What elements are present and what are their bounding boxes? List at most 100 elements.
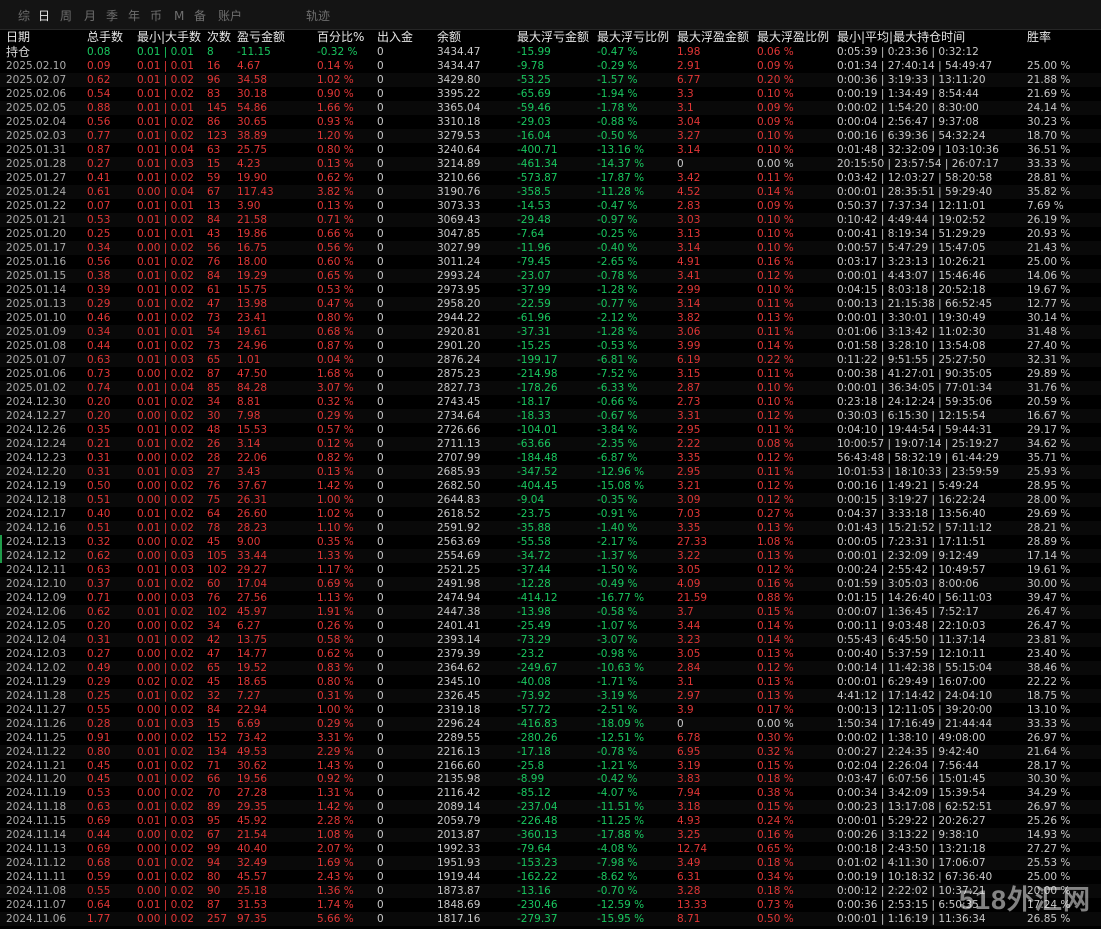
tab-8[interactable]: 备 — [194, 8, 206, 24]
table-row[interactable]: 2025.01.22 0.07 0.01 | 0.01 13 3.90 0.13 % 0 30… — [0, 199, 1101, 213]
table-row[interactable]: 2024.11.18 0.63 0.01 | 0.02 89 29.35 1.42 % 0 2… — [0, 800, 1101, 815]
table-row[interactable]: 2024.11.06 1.77 0.00 | 0.02 257 97.35 5.66 % 0… — [0, 912, 1101, 927]
table-row[interactable]: 2025.01.09 0.34 0.01 | 0.01 54 19.61 0.68 % 0 2… — [0, 324, 1101, 339]
cell-lots: 0.31 — [87, 465, 111, 478]
table-row[interactable]: 2025.01.16 0.56 0.01 | 0.02 76 18.00 0.60 % 0 3… — [0, 255, 1101, 269]
table-row[interactable]: 2025.02.06 0.54 0.01 | 0.02 83 30.18 0.90 % 0 3… — [0, 87, 1101, 101]
table-row[interactable]: 2024.12.13 0.32 0.00 | 0.02 45 9.00 0.35 % 0 25… — [0, 535, 1101, 549]
table-row[interactable]: 2025.01.28 0.27 0.01 | 0.03 15 4.23 0.13 % 0 32… — [0, 156, 1101, 171]
table-row[interactable]: 2025.01.02 0.74 0.01 | 0.04 85 84.28 3.07 % 0 2… — [0, 380, 1101, 395]
tab-9[interactable]: 账户 — [218, 8, 242, 24]
table-row[interactable]: 2024.12.12 0.62 0.00 | 0.03 105 33.44 1.33 % 0… — [0, 548, 1101, 563]
col-maxprofit-pct-header[interactable]: 最大浮盈比例 — [757, 30, 829, 45]
table-row[interactable]: 2024.11.21 0.45 0.01 | 0.02 71 30.62 1.43 % 0 2… — [0, 759, 1101, 773]
table-row[interactable]: 2025.01.24 0.61 0.00 | 0.04 67 117.43 3.82 % 0… — [0, 184, 1101, 199]
table-row[interactable]: 2025.02.07 0.62 0.01 | 0.02 96 34.58 1.02 % 0 3… — [0, 72, 1101, 87]
cell-winrate: 28.17 % — [1027, 759, 1071, 772]
table-row[interactable]: 2024.12.26 0.35 0.01 | 0.02 48 15.53 0.57 % 0 2… — [0, 423, 1101, 437]
col-maxloss-pct-header[interactable]: 最大浮亏比例 — [597, 30, 669, 45]
table-row[interactable]: 2024.12.17 0.40 0.01 | 0.02 64 26.60 1.02 % 0 2… — [0, 507, 1101, 521]
table-row[interactable]: 2024.11.26 0.28 0.01 | 0.03 15 6.69 0.29 % 0 22… — [0, 716, 1101, 731]
table-row[interactable]: 2025.01.15 0.38 0.01 | 0.02 84 19.29 0.65 % 0 2… — [0, 268, 1101, 283]
table-row[interactable]: 2025.02.04 0.56 0.01 | 0.02 86 30.65 0.93 % 0 3… — [0, 115, 1101, 129]
cell-pnl: 73.42 — [237, 731, 268, 744]
tab-4[interactable]: 季 — [106, 8, 118, 24]
col-maxprofit-header[interactable]: 最大浮盈金额 — [677, 30, 749, 45]
table-row[interactable]: 2024.11.14 0.44 0.00 | 0.02 67 21.54 1.08 % 0 2… — [0, 828, 1101, 843]
table-row[interactable]: 2025.01.21 0.53 0.01 | 0.02 84 21.58 0.71 % 0 3… — [0, 212, 1101, 227]
table-row[interactable]: 2024.11.20 0.45 0.01 | 0.02 66 19.56 0.92 % 0 2… — [0, 772, 1101, 787]
table-row[interactable]: 2024.11.11 0.59 0.01 | 0.02 80 45.57 2.43 % 0 1… — [0, 870, 1101, 884]
table-row[interactable]: 2025.01.13 0.29 0.01 | 0.02 47 13.98 0.47 % 0 2… — [0, 296, 1101, 311]
tab-1[interactable]: 日 — [38, 8, 50, 24]
table-row[interactable]: 2024.11.29 0.29 0.02 | 0.02 45 18.65 0.80 % 0 2… — [0, 675, 1101, 689]
table-row[interactable]: 2024.12.23 0.31 0.00 | 0.02 28 22.06 0.82 % 0 2… — [0, 451, 1101, 465]
col-balance-header[interactable]: 余额 — [437, 30, 461, 45]
cell-pnl: 34.58 — [237, 73, 268, 86]
table-row[interactable]: 2024.12.10 0.37 0.01 | 0.02 60 17.04 0.69 % 0 2… — [0, 576, 1101, 591]
table-row[interactable]: 2024.12.16 0.51 0.01 | 0.02 78 28.23 1.10 % 0 2… — [0, 520, 1101, 535]
cell-lots: 0.63 — [87, 353, 111, 366]
col-pnl-header[interactable]: 盈亏金额 — [237, 30, 285, 45]
cell-date: 2025.01.20 — [6, 227, 67, 240]
col-hold-time-header[interactable]: 最小|平均|最大持仓时间 — [837, 30, 965, 45]
table-row[interactable]: 2024.12.19 0.50 0.00 | 0.02 76 37.67 1.42 % 0 2… — [0, 479, 1101, 493]
table-row[interactable]: 2024.11.07 0.64 0.01 | 0.02 87 31.53 1.74 % 0 1… — [0, 898, 1101, 912]
table-row[interactable]: 2025.01.06 0.73 0.00 | 0.02 87 47.50 1.68 % 0 2… — [0, 367, 1101, 381]
col-lots-header[interactable]: 总手数 — [87, 30, 123, 45]
cell-winrate: 25.00 % — [1027, 60, 1071, 72]
table-row[interactable]: 2024.12.06 0.62 0.01 | 0.02 102 45.97 1.91 % 0… — [0, 604, 1101, 619]
table-row[interactable]: 2024.12.03 0.27 0.00 | 0.02 47 14.77 0.62 % 0 2… — [0, 647, 1101, 661]
table-row[interactable]: 2025.01.27 0.41 0.01 | 0.02 59 19.90 0.62 % 0 3… — [0, 171, 1101, 185]
table-row[interactable]: 2025.01.14 0.39 0.01 | 0.02 61 15.75 0.53 % 0 2… — [0, 283, 1101, 297]
tab-6[interactable]: 币 — [150, 8, 162, 24]
table-row[interactable]: 2024.12.20 0.31 0.01 | 0.03 27 3.43 0.13 % 0 26… — [0, 464, 1101, 479]
cell-maxprofit: 6.77 — [677, 73, 701, 86]
table-row[interactable]: 2025.01.07 0.63 0.01 | 0.03 65 1.01 0.04 % 0 28… — [0, 352, 1101, 367]
cell-maxloss-pct: -1.40 % — [597, 521, 638, 534]
table-row[interactable]: 2024.11.13 0.69 0.00 | 0.02 99 40.40 2.07 % 0 1… — [0, 842, 1101, 856]
col-maxloss-header[interactable]: 最大浮亏金额 — [517, 30, 589, 45]
table-row[interactable]: 2024.12.24 0.21 0.01 | 0.02 26 3.14 0.12 % 0 27… — [0, 436, 1101, 451]
cell-maxprofit: 3.1 — [677, 101, 694, 114]
tab-7[interactable]: M — [174, 8, 184, 24]
table-row[interactable]: 2024.11.15 0.69 0.01 | 0.03 95 45.92 2.28 % 0 2… — [0, 814, 1101, 828]
table-row[interactable]: 2024.12.18 0.51 0.00 | 0.02 75 26.31 1.00 % 0 2… — [0, 492, 1101, 507]
col-pct-header[interactable]: 百分比% — [317, 30, 364, 45]
tab-0[interactable]: 综 — [18, 8, 30, 24]
cell-hold-time: 1:50:34 | 17:16:49 | 21:44:44 — [837, 717, 993, 730]
table-row[interactable]: 2024.12.27 0.20 0.00 | 0.02 30 7.98 0.29 % 0 27… — [0, 408, 1101, 423]
table-row[interactable]: 2025.01.08 0.44 0.01 | 0.02 73 24.96 0.87 % 0 2… — [0, 339, 1101, 353]
table-row[interactable]: 2025.02.03 0.77 0.01 | 0.02 123 38.89 1.20 % 0… — [0, 128, 1101, 143]
table-row[interactable]: 2024.11.27 0.55 0.00 | 0.02 84 22.94 1.00 % 0 2… — [0, 703, 1101, 717]
table-row[interactable]: 2025.01.20 0.25 0.01 | 0.01 43 19.86 0.66 % 0 3… — [0, 227, 1101, 241]
table-row[interactable]: 2024.11.12 0.68 0.01 | 0.02 94 32.49 1.69 % 0 1… — [0, 856, 1101, 871]
table-row[interactable]: 2025.01.31 0.87 0.01 | 0.04 63 25.75 0.80 % 0 3… — [0, 143, 1101, 157]
tab-2[interactable]: 周 — [60, 8, 72, 24]
col-date-header[interactable]: 日期 — [6, 30, 30, 45]
holding-row[interactable]: 持仓 0.08 0.01 | 0.01 8 -11.15 -0.32 % 0 3434.47 -… — [0, 45, 1101, 59]
table-row[interactable]: 2024.12.04 0.31 0.01 | 0.02 42 13.75 0.58 % 0 2… — [0, 632, 1101, 647]
table-row[interactable]: 2024.12.05 0.20 0.00 | 0.02 34 6.27 0.26 % 0 24… — [0, 619, 1101, 633]
cell-maxprofit: 3.14 — [677, 297, 701, 310]
tab-3[interactable]: 月 — [84, 8, 96, 24]
table-row[interactable]: 2025.01.10 0.46 0.01 | 0.02 73 23.41 0.80 % 0 2… — [0, 311, 1101, 325]
col-minmax-lots-header[interactable]: 最小|大手数 — [137, 30, 201, 45]
table-row[interactable]: 2024.11.08 0.55 0.00 | 0.02 90 25.18 1.36 % 0 1… — [0, 884, 1101, 899]
col-count-header[interactable]: 次数 — [207, 30, 231, 45]
table-row[interactable]: 2024.11.25 0.91 0.00 | 0.02 152 73.42 3.31 % 0… — [0, 731, 1101, 745]
table-row[interactable]: 2025.02.10 0.09 0.01 | 0.01 16 4.67 0.14 % 0 34… — [0, 59, 1101, 73]
table-row[interactable]: 2024.12.11 0.63 0.01 | 0.03 102 29.27 1.17 % 0… — [0, 563, 1101, 577]
tab-5[interactable]: 年 — [128, 8, 140, 24]
table-row[interactable]: 2025.02.05 0.88 0.01 | 0.01 145 54.86 1.66 % 0… — [0, 100, 1101, 115]
col-winrate-header[interactable]: 胜率 — [1027, 30, 1051, 45]
table-row[interactable]: 2024.12.09 0.71 0.00 | 0.03 76 27.56 1.13 % 0 2… — [0, 591, 1101, 605]
table-row[interactable]: 2024.12.30 0.20 0.01 | 0.02 34 8.81 0.32 % 0 27… — [0, 395, 1101, 409]
table-row[interactable]: 2024.11.22 0.80 0.01 | 0.02 134 49.53 2.29 % 0… — [0, 744, 1101, 759]
table-row[interactable]: 2024.11.19 0.53 0.00 | 0.02 70 27.28 1.31 % 0 2… — [0, 786, 1101, 800]
table-row[interactable]: 2024.11.28 0.25 0.01 | 0.02 32 7.27 0.31 % 0 23… — [0, 688, 1101, 703]
col-flow-header[interactable]: 出入金 — [377, 30, 413, 45]
tab-10[interactable]: 轨迹 — [306, 8, 330, 24]
table-row[interactable]: 2025.01.17 0.34 0.00 | 0.02 56 16.75 0.56 % 0 3… — [0, 240, 1101, 255]
table-row[interactable]: 2024.12.02 0.49 0.00 | 0.02 65 19.52 0.83 % 0 2… — [0, 660, 1101, 675]
